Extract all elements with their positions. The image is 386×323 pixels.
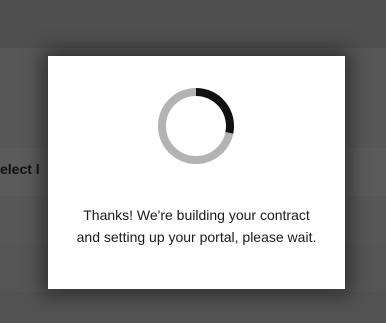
loading-message-line1: Thanks! We're building your contract <box>83 207 310 223</box>
page: elect l Thanks! We're building your cont… <box>0 0 386 323</box>
background-field-label: elect l <box>0 161 40 177</box>
background-row <box>0 0 386 49</box>
loading-message: Thanks! We're building your contract and… <box>48 204 345 248</box>
loading-message-line2: and setting up your portal, please wait. <box>76 229 317 245</box>
loading-spinner-icon <box>158 88 234 164</box>
background-row <box>0 292 386 323</box>
spinner-arc <box>195 88 234 134</box>
loading-dialog: Thanks! We're building your contract and… <box>48 56 345 289</box>
